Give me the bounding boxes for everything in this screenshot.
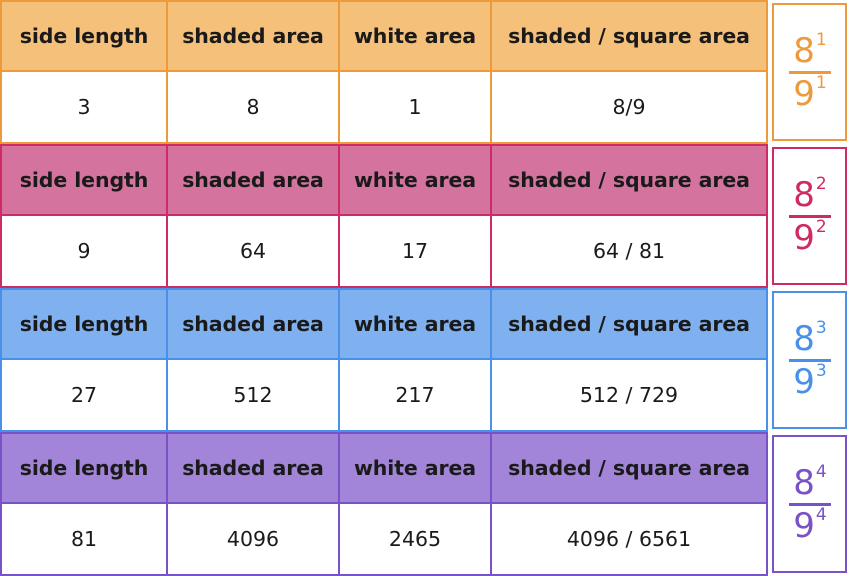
ratio-fraction-box: 8292 (772, 147, 847, 285)
numerator-exponent: 2 (815, 173, 827, 194)
table-data-cell: 1 (340, 72, 492, 142)
fractal-area-table: side length shaded area white area shaded /… (0, 0, 851, 576)
numerator-exponent: 3 (815, 317, 827, 338)
numerator-base: 8 (793, 462, 815, 503)
fraction-numerator: 84 (793, 461, 827, 503)
table-header-cell: shaded / square area (508, 455, 750, 480)
table-header-row: side length shaded area white area shaded /… (0, 0, 768, 72)
iteration-block: side length shaded area white area shaded /… (0, 432, 851, 576)
ratio-fraction-box: 8494 (772, 435, 847, 573)
denominator-exponent: 4 (815, 504, 827, 525)
table-data-row: 9 64 17 64 / 81 (0, 216, 768, 288)
fraction-numerator: 82 (793, 173, 827, 215)
fraction-denominator: 91 (793, 72, 827, 114)
denominator-exponent: 2 (815, 216, 827, 237)
iteration-block: side length shaded area white area shaded /… (0, 144, 851, 288)
fraction-denominator: 92 (793, 216, 827, 258)
numerator-base: 8 (793, 318, 815, 359)
numerator-exponent: 1 (815, 29, 827, 50)
denominator-base: 9 (793, 73, 815, 114)
table-header-cell: side length (2, 434, 168, 502)
table-header-cell: side length (2, 2, 168, 70)
iteration-table: side length shaded area white area shaded /… (0, 144, 768, 288)
ratio-fraction-box: 8393 (772, 291, 847, 429)
table-header-row: side length shaded area white area shaded /… (0, 432, 768, 504)
table-data-cell: 8 (168, 72, 340, 142)
table-data-cell: 4096 (168, 504, 340, 574)
table-data-cell: 2465 (340, 504, 492, 574)
table-header-row: side length shaded area white area shaded /… (0, 288, 768, 360)
table-data-cell: 8/9 (492, 72, 766, 142)
table-data-cell: 64 (168, 216, 340, 286)
table-header-cell: side length (2, 290, 168, 358)
table-data-row: 27 512 217 512 / 729 (0, 360, 768, 432)
power-fraction: 8191 (788, 29, 831, 114)
table-data-cell: 512 / 729 (492, 360, 766, 430)
table-header-cell: white area (340, 2, 492, 70)
power-fraction: 8393 (788, 317, 831, 402)
table-data-cell: 9 (2, 216, 168, 286)
numerator-base: 8 (793, 30, 815, 71)
table-header-cell: shaded area (168, 2, 340, 70)
ratio-fraction-panel: 8191 (768, 0, 851, 144)
power-fraction: 8292 (788, 173, 831, 258)
denominator-base: 9 (793, 361, 815, 402)
fraction-denominator: 94 (793, 504, 827, 546)
table-header-cell: side length (2, 146, 168, 214)
ratio-fraction-panel: 8494 (768, 432, 851, 576)
table-data-row: 81 4096 2465 4096 / 6561 (0, 504, 768, 576)
table-data-cell: 81 (2, 504, 168, 574)
numerator-base: 8 (793, 174, 815, 215)
fraction-numerator: 83 (793, 317, 827, 359)
table-header-row: side length shaded area white area shaded /… (0, 144, 768, 216)
numerator-exponent: 4 (815, 461, 827, 482)
table-header-cell: shaded area (168, 434, 340, 502)
denominator-exponent: 3 (815, 360, 827, 381)
power-fraction: 8494 (788, 461, 831, 546)
table-header-cell: white area (340, 290, 492, 358)
table-header-cell: shaded area (168, 290, 340, 358)
denominator-base: 9 (793, 217, 815, 258)
table-header-cell: white area (340, 434, 492, 502)
iteration-block: side length shaded area white area shaded /… (0, 0, 851, 144)
table-data-cell: 17 (340, 216, 492, 286)
table-data-cell: 4096 / 6561 (492, 504, 766, 574)
iteration-block: side length shaded area white area shaded /… (0, 288, 851, 432)
ratio-fraction-panel: 8292 (768, 144, 851, 288)
table-data-row: 3 8 1 8/9 (0, 72, 768, 144)
fraction-numerator: 81 (793, 29, 827, 71)
table-data-cell: 512 (168, 360, 340, 430)
iteration-table: side length shaded area white area shaded /… (0, 0, 768, 144)
fraction-denominator: 93 (793, 360, 827, 402)
table-data-cell: 217 (340, 360, 492, 430)
iteration-table: side length shaded area white area shaded /… (0, 432, 768, 576)
table-data-cell: 3 (2, 72, 168, 142)
table-header-cell: shaded area (168, 146, 340, 214)
table-data-cell: 27 (2, 360, 168, 430)
ratio-fraction-panel: 8393 (768, 288, 851, 432)
denominator-exponent: 1 (815, 72, 827, 93)
table-header-cell: shaded / square area (508, 167, 750, 192)
iteration-table: side length shaded area white area shaded /… (0, 288, 768, 432)
table-header-cell: shaded / square area (508, 23, 750, 48)
table-header-cell: white area (340, 146, 492, 214)
table-header-cell: shaded / square area (508, 311, 750, 336)
table-data-cell: 64 / 81 (492, 216, 766, 286)
ratio-fraction-box: 8191 (772, 3, 847, 141)
denominator-base: 9 (793, 505, 815, 546)
